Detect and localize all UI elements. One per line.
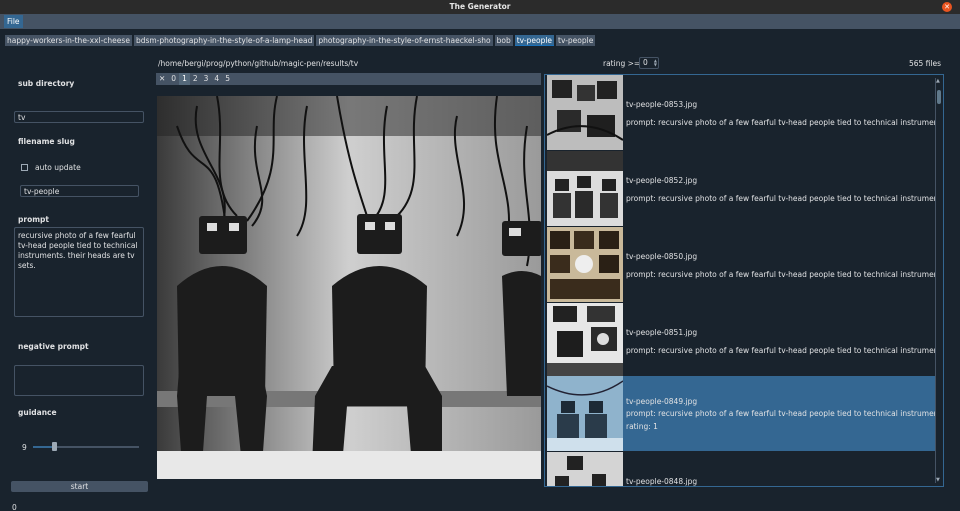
tab-bob[interactable]: bob	[494, 35, 513, 46]
thumbnail	[547, 452, 623, 486]
status-text: 0	[12, 503, 17, 511]
tab-bdsm-photography[interactable]: bdsm-photography-in-the-style-of-a-lamp-…	[133, 35, 315, 46]
guidance-slider-handle[interactable]	[52, 442, 58, 451]
guidance-slider[interactable]	[33, 442, 139, 451]
filename-slug-label: filename slug	[18, 137, 75, 146]
scrollbar-handle[interactable]	[937, 90, 941, 104]
file-prompt: prompt: recursive photo of a few fearful…	[626, 270, 936, 279]
rating-2-button[interactable]: 2	[190, 73, 201, 85]
filename-slug-input[interactable]: tv-people	[20, 185, 139, 197]
file-name: tv-people-0851.jpg	[626, 328, 698, 337]
file-prompt: prompt: recursive photo of a few fearful…	[626, 409, 936, 418]
status-bar: 0	[0, 500, 960, 511]
rating-clear-button[interactable]: ✕	[156, 73, 168, 85]
file-prompt: prompt: recursive photo of a few fearful…	[626, 346, 936, 355]
auto-update-label: auto update	[35, 163, 81, 172]
file-rating: rating: 1	[626, 422, 658, 431]
sub-directory-input[interactable]: tv	[14, 111, 144, 123]
tab-bar: happy-workers-in-the-xxl-cheese bdsm-pho…	[5, 35, 596, 46]
chevron-up-icon[interactable]: ▲	[936, 78, 940, 84]
file-prompt: prompt: recursive photo of a few fearful…	[626, 118, 936, 127]
negative-prompt-textarea[interactable]	[14, 365, 144, 396]
rating-0-button[interactable]: 0	[168, 73, 179, 85]
rating-filter-spinbox[interactable]: 0 ▲ ▼	[639, 57, 659, 69]
settings-panel: sub directory tv filename slug auto upda…	[0, 56, 155, 496]
file-list[interactable]: tv-people-0853.jpg prompt: recursive pho…	[544, 74, 944, 487]
file-list-scrollbar[interactable]: ▲ ▼	[935, 78, 941, 483]
list-item[interactable]: tv-people-0851.jpg prompt: recursive pho…	[547, 303, 936, 378]
guidance-slider-fill	[33, 446, 55, 448]
file-name: tv-people-0852.jpg	[626, 176, 698, 185]
sub-directory-label: sub directory	[18, 79, 75, 88]
rating-filter-value: 0	[643, 58, 648, 67]
tab-ernst-haeckel[interactable]: photography-in-the-style-of-ernst-haecke…	[316, 35, 493, 46]
rating-filter-label: rating >=	[603, 59, 641, 68]
menubar: File	[0, 14, 960, 29]
rating-5-button[interactable]: 5	[222, 73, 233, 85]
file-name: tv-people-0853.jpg	[626, 100, 698, 109]
tab-tv-people[interactable]: tv-people	[556, 35, 596, 46]
list-item[interactable]: tv-people-0850.jpg prompt: recursive pho…	[547, 227, 936, 302]
spin-arrows-icon[interactable]: ▲ ▼	[654, 59, 657, 67]
thumbnail	[547, 227, 623, 302]
results-path: /home/bergi/prog/python/github/magic-pen…	[158, 59, 359, 68]
window-title: The Generator	[449, 2, 511, 11]
window-titlebar: The Generator ✕	[0, 0, 960, 14]
files-count: 565 files	[908, 59, 941, 68]
file-name: tv-people-0848.jpg	[626, 477, 698, 486]
menu-file[interactable]: File	[4, 15, 23, 28]
thumbnail	[547, 303, 623, 378]
list-item-selected[interactable]: tv-people-0849.jpg prompt: recursive pho…	[547, 376, 936, 451]
rating-4-button[interactable]: 4	[211, 73, 222, 85]
negative-prompt-label: negative prompt	[18, 342, 89, 351]
list-item[interactable]: tv-people-0848.jpg	[547, 452, 936, 486]
rating-button-bar: ✕ 0 1 2 3 4 5	[156, 73, 541, 85]
thumbnail	[547, 151, 623, 226]
rating-3-button[interactable]: 3	[201, 73, 212, 85]
start-button[interactable]: start	[11, 481, 148, 492]
close-icon[interactable]: ✕	[942, 2, 952, 12]
generated-image	[157, 96, 541, 479]
main-image-preview[interactable]	[157, 96, 541, 479]
tab-tv-people-active[interactable]: tv-people	[514, 35, 555, 46]
prompt-label: prompt	[18, 215, 49, 224]
auto-update-checkbox[interactable]	[21, 164, 28, 171]
guidance-value: 9	[22, 443, 27, 452]
file-name: tv-people-0850.jpg	[626, 252, 698, 261]
file-name: tv-people-0849.jpg	[626, 397, 698, 406]
thumbnail	[547, 75, 623, 150]
rating-1-button[interactable]: 1	[179, 73, 190, 85]
guidance-label: guidance	[18, 408, 57, 417]
list-item[interactable]: tv-people-0852.jpg prompt: recursive pho…	[547, 151, 936, 226]
chevron-down-icon[interactable]: ▼	[936, 477, 940, 483]
prompt-textarea[interactable]: recursive photo of a few fearful tv-head…	[14, 227, 144, 317]
tab-happy-workers[interactable]: happy-workers-in-the-xxl-cheese	[5, 35, 132, 46]
file-prompt: prompt: recursive photo of a few fearful…	[626, 194, 936, 203]
list-item[interactable]: tv-people-0853.jpg prompt: recursive pho…	[547, 75, 936, 150]
thumbnail	[547, 376, 623, 451]
